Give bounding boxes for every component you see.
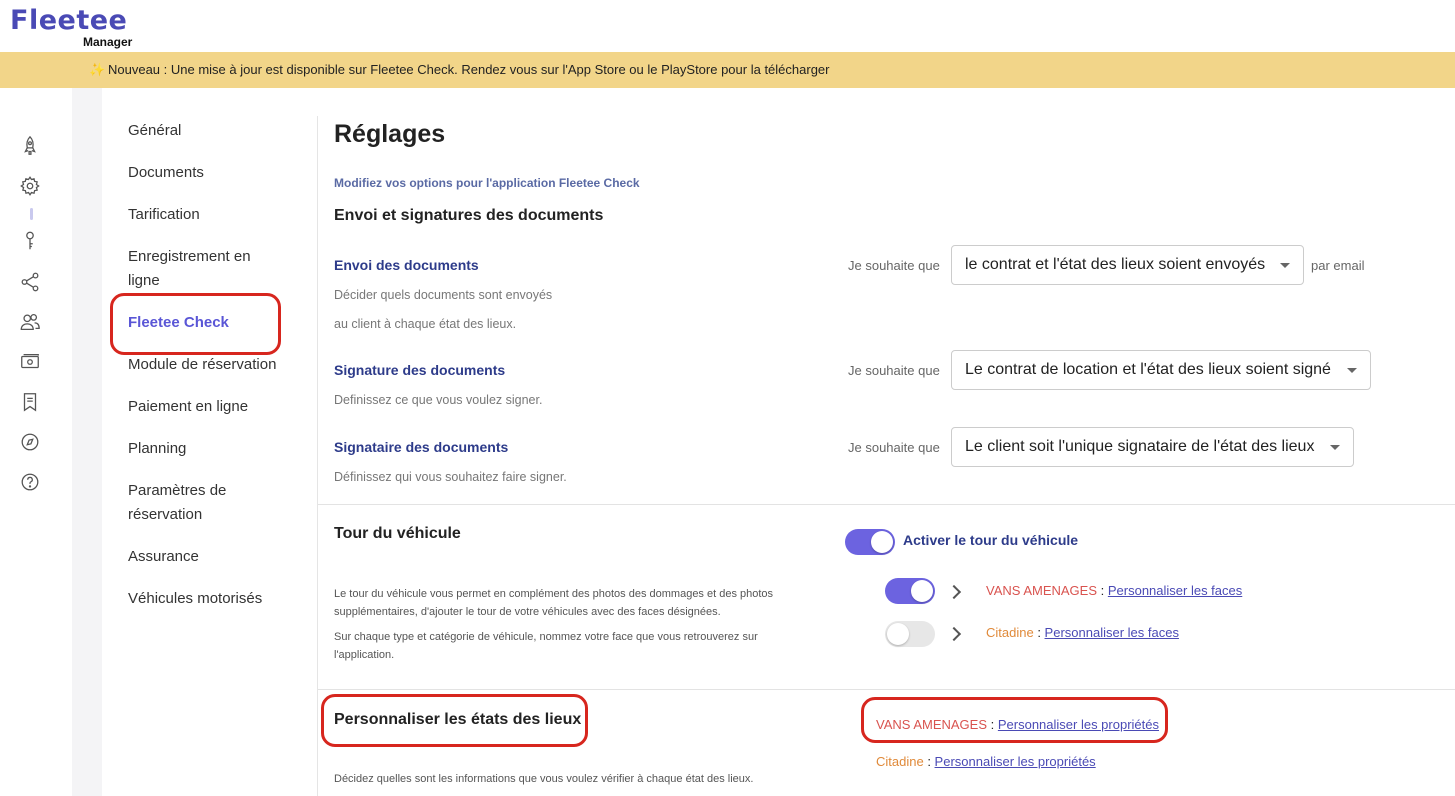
icon-rail [0,88,72,796]
signataire-desc: Définissez qui vous souhaitez faire sign… [334,470,567,484]
fleetee-logo[interactable]: Fleetee Manager [10,5,132,50]
signature-select-value: Le contrat de location et l'état des lie… [965,361,1331,378]
nav-item-documents[interactable]: Documents [128,161,308,185]
nav-item-module-reservation[interactable]: Module de réservation [128,353,308,377]
citadine-name: Citadine [876,754,924,769]
money-icon[interactable] [17,349,43,375]
signataire-select-value: Le client soit l'unique signataire de l'… [965,438,1315,455]
documents-section-title: Envoi et signatures des documents [334,207,604,224]
nav-item-assurance[interactable]: Assurance [128,545,308,569]
envoi-desc-1: Décider quels documents sont envoyés [334,288,553,302]
signature-select[interactable]: Le contrat de location et l'état des lie… [951,350,1371,390]
signature-prefix: Je souhaite que [848,363,940,378]
vans-faces-line: VANS AMENAGES : Personnaliser les faces [986,583,1242,598]
etats-desc: Décidez quelles sont les informations qu… [334,773,754,785]
nav-item-enregistrement[interactable]: Enregistrement en ligne [128,245,268,293]
update-banner: ✨ Nouveau : Une mise à jour est disponib… [0,52,1455,88]
nav-item-paiement[interactable]: Paiement en ligne [128,395,308,419]
tour-desc-1: Le tour du véhicule vous permet en compl… [334,588,774,618]
nav-item-parametres[interactable]: Paramètres de réservation [128,479,248,527]
settings-nav: Général Documents Tarification Enregistr… [102,88,317,796]
vans-toggle[interactable] [885,578,935,604]
chevron-down-icon [1347,368,1357,373]
signature-desc: Definissez ce que vous voulez signer. [334,393,543,407]
citadine-sep: : [1033,625,1045,640]
rocket-icon[interactable] [17,133,43,159]
key-icon[interactable] [17,228,43,254]
vans-name: VANS AMENAGES [986,583,1098,598]
share-icon[interactable] [17,269,43,295]
highlight-ring-vans-proprietes [861,697,1168,743]
envoi-suffix: par email [1311,258,1365,273]
nav-item-general[interactable]: Général [128,119,308,143]
logo-subtext: Manager [83,35,133,49]
vans-faces-link[interactable]: Personnaliser les faces [1108,583,1242,598]
section-divider-2 [318,689,1455,690]
compass-icon[interactable] [17,429,43,455]
signataire-select[interactable]: Le client soit l'unique signataire de l'… [951,427,1354,467]
signature-title: Signature des documents [334,362,506,378]
tour-desc-2: Sur chaque type et catégorie de véhicule… [334,631,758,661]
citadine-toggle[interactable] [885,621,935,647]
tour-section-title: Tour du véhicule [334,525,461,542]
toggle-knob [887,623,909,645]
highlight-ring-nav [110,293,281,355]
users-icon[interactable] [17,309,43,335]
gear-icon[interactable] [17,173,43,199]
citadine-proprietes-line: Citadine : Personnaliser les propriétés [876,754,1096,769]
tour-main-toggle[interactable] [845,529,895,555]
envoi-select-value: le contrat et l'état des lieux soient en… [965,256,1266,273]
vans-sep: : [1097,583,1108,598]
chevron-down-icon [1330,445,1340,450]
envoi-desc-2: au client à chaque état des lieux. [334,317,517,331]
citadine-name: Citadine [986,625,1034,640]
envoi-select[interactable]: le contrat et l'état des lieux soient en… [951,245,1304,285]
bookmark-icon[interactable] [17,389,43,415]
app-header: Fleetee Manager [0,0,1455,52]
signataire-title: Signataire des documents [334,439,509,455]
nav-item-vehicules[interactable]: Véhicules motorisés [128,587,308,611]
page-title: Réglages [334,120,446,148]
main-content: Réglages Modifiez vos options pour l'app… [318,88,1455,796]
sparkle-icon: ✨ [89,62,106,77]
chevron-right-icon[interactable] [946,584,962,600]
page-subtitle: Modifiez vos options pour l'application … [334,176,640,190]
toggle-knob [911,580,933,602]
section-divider-1 [318,504,1455,505]
tour-main-toggle-label: Activer le tour du véhicule [903,532,1079,548]
help-icon[interactable] [17,469,43,495]
chevron-right-icon[interactable] [946,626,962,642]
rail-active-indicator [30,208,33,220]
toggle-knob [871,531,893,553]
citadine-faces-link[interactable]: Personnaliser les faces [1045,625,1179,640]
nav-item-planning[interactable]: Planning [128,437,308,461]
logo-text: Fleetee [10,5,128,36]
sidebar-gutter [72,88,102,796]
envoi-title: Envoi des documents [334,257,479,273]
highlight-ring-etats-title [321,694,588,747]
citadine-sep: : [923,754,935,769]
nav-item-tarification[interactable]: Tarification [128,203,308,227]
citadine-faces-line: Citadine : Personnaliser les faces [986,625,1179,640]
envoi-prefix: Je souhaite que [848,258,940,273]
chevron-down-icon [1280,263,1290,268]
banner-text: Nouveau : Une mise à jour est disponible… [108,62,830,77]
citadine-proprietes-link[interactable]: Personnaliser les propriétés [935,754,1096,769]
signataire-prefix: Je souhaite que [848,440,940,455]
